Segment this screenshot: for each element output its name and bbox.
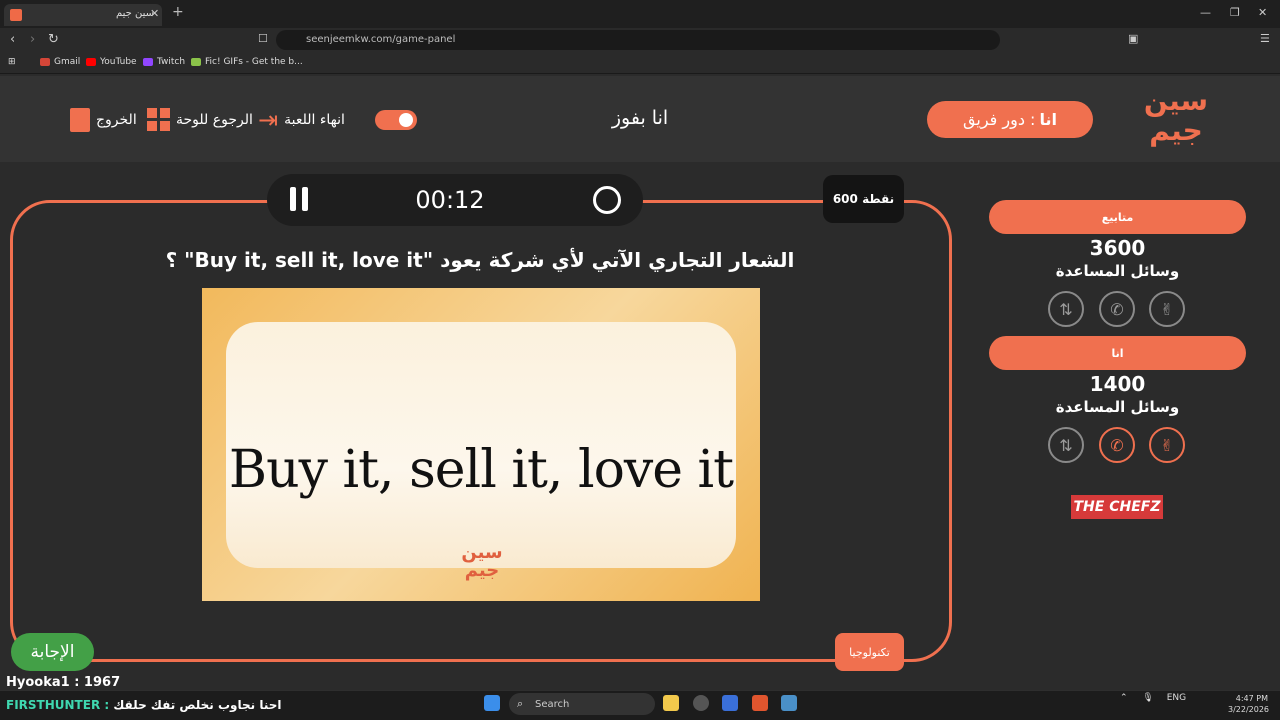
arrow-to-line-icon: ⇥: [258, 106, 279, 134]
forward-icon[interactable]: ›: [30, 32, 35, 47]
back-to-board-button[interactable]: الرجوع للوحة: [147, 108, 253, 131]
exit-button[interactable]: الخروج: [70, 108, 137, 132]
aids-label: وسائل المساعدة: [1055, 262, 1180, 280]
show-answer-button[interactable]: الإجابة: [11, 633, 94, 671]
system-tray: ⌃ 🎙 ENG: [1120, 693, 1186, 703]
seenjeem-logo: سين جيم: [1143, 84, 1209, 147]
settings-toggle[interactable]: [375, 110, 417, 130]
slogan-card: Buy it, sell it, love it: [226, 322, 736, 568]
slogan-text: Buy it, sell it, love it: [228, 440, 734, 500]
two-answers-icon[interactable]: ✌: [1149, 427, 1185, 463]
toolbar-icon[interactable]: ▣: [1128, 32, 1138, 45]
pause-button[interactable]: [290, 187, 310, 211]
two-answers-icon[interactable]: ✌: [1149, 291, 1185, 327]
new-tab-button[interactable]: +: [172, 4, 184, 20]
browser-tab[interactable]: سين جيم ✕: [4, 4, 162, 26]
team-name-badge: متابيع: [989, 200, 1246, 234]
chat-username: FIRSTHUNTER :: [6, 698, 110, 712]
call-icon[interactable]: ✆: [1099, 427, 1135, 463]
clock[interactable]: 4:47 PM 3/22/2026: [1228, 693, 1269, 715]
aids-label: وسائل المساعدة: [1055, 398, 1180, 416]
turn-label: دور فريق :: [963, 110, 1036, 129]
taskbar-search[interactable]: ⌕ Search: [509, 693, 655, 715]
reset-timer-icon[interactable]: [593, 186, 621, 214]
search-icon: ⌕: [517, 697, 524, 710]
reload-icon[interactable]: ↻: [48, 32, 59, 47]
browser-tab-bar: سين جيم ✕ + — ❐ ✕: [0, 0, 1280, 28]
twitch-icon: [143, 58, 153, 66]
back-icon[interactable]: ‹: [10, 32, 15, 47]
bookmark-gmail[interactable]: Gmail: [40, 57, 80, 67]
gifs-icon: [191, 58, 201, 66]
gmail-icon: [40, 58, 50, 66]
bookmark-icon[interactable]: ☐: [258, 32, 268, 45]
window-close-icon[interactable]: ✕: [1258, 6, 1267, 19]
minimize-icon[interactable]: —: [1200, 6, 1211, 19]
mic-icon[interactable]: 🎙: [1142, 693, 1153, 703]
end-game-button[interactable]: ⇥ انهاء اللعبة: [258, 108, 345, 132]
sponsor-logo: THE CHEFZ: [1071, 495, 1163, 519]
swap-icon[interactable]: ⇅: [1048, 291, 1084, 327]
chat-message: FIRSTHUNTER : احنا نجاوب نخلص تفك حلقك: [6, 698, 282, 712]
points-badge: 600 نقطة: [823, 175, 904, 223]
bookmark-gifs[interactable]: Fic! GIFs - Get the b...: [191, 57, 303, 67]
tab-title: سين جيم: [116, 8, 155, 19]
chevron-up-icon[interactable]: ⌃: [1120, 693, 1128, 703]
turn-team: انا: [1039, 110, 1057, 129]
bookmarks-bar: ⊞ Gmail YouTube Twitch Fic! GIFs - Get t…: [0, 52, 1280, 74]
image-logo: سين جيم: [461, 542, 503, 581]
team-turn-badge: دور فريق : انا: [927, 101, 1093, 138]
chat-message: Hyooka1 : 1967: [6, 675, 121, 690]
question-text: الشعار التجاري الآتي لأي شركة يعود "Buy …: [165, 248, 795, 272]
team-score: 3600: [1089, 236, 1146, 260]
tab-close-icon[interactable]: ✕: [150, 7, 159, 20]
pause-icon: [290, 187, 296, 211]
language-indicator[interactable]: ENG: [1167, 693, 1186, 703]
team-score: 1400: [1089, 372, 1146, 396]
site-favicon-icon: [10, 9, 22, 21]
swap-icon[interactable]: ⇅: [1048, 427, 1084, 463]
start-icon[interactable]: [484, 695, 500, 711]
team-name-badge: انا: [989, 336, 1246, 370]
bookmark-twitch[interactable]: Twitch: [143, 57, 185, 67]
app-icon[interactable]: [781, 695, 797, 711]
app-icon[interactable]: [722, 695, 738, 711]
file-explorer-icon[interactable]: [663, 695, 679, 711]
board-grid-icon: [147, 108, 170, 131]
browser-nav-bar: ‹ › ↻ ☐ seenjeemkw.com/game-panel ▣ ☰: [0, 28, 1280, 52]
apps-grid-icon[interactable]: ⊞: [8, 57, 16, 67]
menu-icon[interactable]: ☰: [1260, 32, 1270, 45]
chat-text: احنا نجاوب نخلص تفك حلقك: [113, 698, 282, 712]
call-icon[interactable]: ✆: [1099, 291, 1135, 327]
address-bar[interactable]: seenjeemkw.com/game-panel: [276, 30, 1000, 50]
url-text: seenjeemkw.com/game-panel: [306, 34, 456, 45]
category-badge: تكنولوجيا: [835, 633, 904, 671]
maximize-icon[interactable]: ❐: [1230, 6, 1240, 19]
game-title: انا بفوز: [611, 107, 669, 129]
app-icon[interactable]: [693, 695, 709, 711]
timer-display: 00:12: [415, 186, 485, 214]
brave-icon[interactable]: [752, 695, 768, 711]
exit-door-icon: [70, 108, 90, 132]
bookmark-youtube[interactable]: YouTube: [86, 57, 137, 67]
youtube-icon: [86, 58, 96, 66]
question-image: Buy it, sell it, love it سين جيم: [202, 288, 760, 601]
